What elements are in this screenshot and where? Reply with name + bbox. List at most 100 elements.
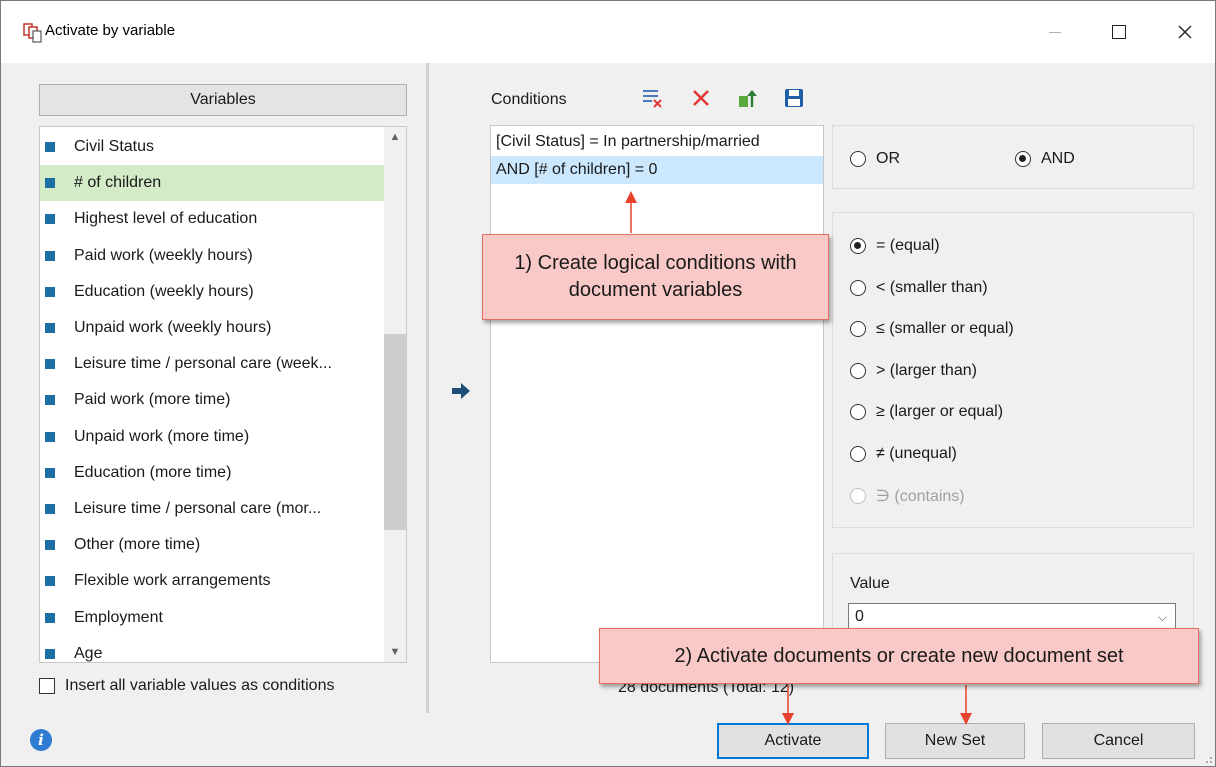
variable-item[interactable]: Paid work (weekly hours) — [40, 238, 384, 274]
operator-radio[interactable] — [850, 279, 866, 296]
close-button[interactable] — [1163, 15, 1207, 49]
variable-label: Other (more time) — [74, 536, 201, 554]
title-bar: Activate by variable — [1, 1, 1215, 63]
callout-activate-or-new-set: 2) Activate documents or create new docu… — [599, 628, 1199, 684]
logic-and-option[interactable]: AND — [1015, 150, 1075, 168]
chevron-down-icon[interactable]: ⌵ — [1158, 610, 1167, 625]
insert-all-values-checkbox[interactable] — [39, 678, 55, 694]
variables-scrollbar[interactable]: ▲ ▼ — [384, 127, 406, 662]
variable-label: Highest level of education — [74, 210, 258, 228]
operator-radio[interactable] — [850, 445, 866, 462]
variable-bullet-icon — [45, 612, 55, 623]
save-icon[interactable] — [783, 87, 805, 109]
operator-option[interactable]: = (equal) — [850, 237, 940, 255]
condition-line[interactable]: [Civil Status] = In partnership/married — [491, 128, 823, 156]
panel-splitter[interactable] — [426, 63, 429, 713]
cancel-button[interactable]: Cancel — [1042, 723, 1195, 759]
operator-radio[interactable] — [850, 362, 866, 379]
variable-bullet-icon — [45, 648, 55, 659]
logic-or-label: OR — [876, 150, 900, 167]
logic-and-radio[interactable] — [1015, 151, 1031, 167]
logic-and-label: AND — [1041, 150, 1075, 167]
variable-item[interactable]: # of children — [40, 165, 384, 202]
conditions-label: Conditions — [491, 91, 567, 108]
logic-or-option[interactable]: OR — [850, 150, 900, 168]
variable-label: Education (weekly hours) — [74, 282, 254, 300]
variable-item[interactable]: Employment — [40, 600, 384, 636]
add-condition-arrow-icon[interactable] — [450, 381, 472, 401]
minimize-button[interactable] — [1033, 15, 1077, 49]
variable-item[interactable]: Age — [40, 636, 384, 662]
variable-bullet-icon — [45, 142, 55, 152]
operator-radio[interactable] — [850, 238, 866, 254]
logic-panel: OR AND — [832, 125, 1194, 189]
variable-item[interactable]: Education (weekly hours) — [40, 274, 384, 310]
variable-label: Education (more time) — [74, 463, 232, 481]
activate-button[interactable]: Activate — [717, 723, 869, 759]
scroll-down-icon[interactable]: ▼ — [384, 642, 406, 662]
operator-option[interactable]: ≤ (smaller or equal) — [850, 320, 1014, 338]
clear-conditions-icon[interactable] — [641, 87, 663, 109]
variable-item[interactable]: Highest level of education — [40, 201, 384, 237]
minimize-icon — [1049, 31, 1061, 33]
variable-label: Leisure time / personal care (mor... — [74, 500, 322, 517]
operator-option[interactable]: > (larger than) — [850, 362, 977, 380]
variable-label: Civil Status — [74, 138, 155, 155]
variables-header[interactable]: Variables — [39, 84, 407, 116]
variable-label: Paid work (weekly hours) — [74, 246, 253, 264]
conditions-list[interactable]: [Civil Status] = In partnership/married A… — [490, 125, 824, 663]
operator-label: < (smaller than) — [876, 278, 988, 296]
export-icon[interactable] — [737, 87, 759, 109]
variable-label: Leisure time / personal care (week... — [74, 355, 332, 373]
operator-option[interactable]: ≥ (larger or equal) — [850, 403, 1003, 421]
variable-bullet-icon — [45, 214, 55, 225]
variable-bullet-icon — [45, 395, 55, 406]
resize-grip-icon[interactable] — [1203, 754, 1213, 764]
delete-icon[interactable] — [690, 87, 712, 109]
condition-line[interactable]: AND [# of children] = 0 — [491, 156, 823, 184]
close-icon — [1178, 25, 1192, 39]
variable-bullet-icon — [45, 359, 55, 370]
operator-radio[interactable] — [850, 321, 866, 337]
variable-item[interactable]: Civil Status — [40, 129, 384, 165]
insert-all-values-label: Insert all variable values as conditions — [65, 677, 335, 694]
variable-item[interactable]: Paid work (more time) — [40, 382, 384, 418]
variable-item[interactable]: Flexible work arrangements — [40, 563, 384, 599]
operator-label: > (larger than) — [876, 361, 977, 379]
variable-item[interactable]: Other (more time) — [40, 527, 384, 563]
operator-radio[interactable] — [850, 404, 866, 420]
variable-item[interactable]: Unpaid work (more time) — [40, 419, 384, 455]
variables-list[interactable]: Age Employment Flexible work arrangements O… — [39, 126, 407, 663]
operator-label: ≤ (smaller or equal) — [876, 320, 1014, 337]
maximize-button[interactable] — [1097, 15, 1141, 49]
operator-label: ≠ (unequal) — [876, 444, 957, 462]
activate-by-variable-dialog: Activate by variable Variables Age Employ… — [0, 0, 1216, 767]
insert-all-values-option[interactable]: Insert all variable values as conditions — [39, 677, 334, 695]
operator-label: = (equal) — [876, 237, 940, 254]
operator-option: ∋ (contains) — [850, 486, 965, 506]
variable-label: # of children — [74, 174, 162, 192]
info-icon[interactable]: i — [30, 729, 52, 751]
variable-bullet-icon — [45, 178, 55, 189]
operator-option[interactable]: < (smaller than) — [850, 279, 988, 297]
variable-item[interactable]: Leisure time / personal care (mor... — [40, 491, 384, 527]
variable-label: Unpaid work (weekly hours) — [74, 319, 272, 336]
variable-bullet-icon — [45, 540, 55, 551]
variable-item[interactable]: Education (more time) — [40, 455, 384, 491]
scroll-up-icon[interactable]: ▲ — [384, 127, 406, 147]
variable-bullet-icon — [45, 467, 55, 478]
variable-label: Employment — [74, 608, 163, 626]
logic-or-radio[interactable] — [850, 151, 866, 167]
variable-item[interactable]: Leisure time / personal care (week... — [40, 346, 384, 382]
operator-label: ∋ (contains) — [876, 488, 965, 505]
new-set-button[interactable]: New Set — [885, 723, 1025, 759]
operator-option[interactable]: ≠ (unequal) — [850, 445, 957, 463]
value-label: Value — [850, 575, 890, 592]
variable-bullet-icon — [45, 504, 55, 514]
maximize-icon — [1112, 25, 1126, 39]
variable-label: Age — [74, 644, 103, 662]
operators-panel: = (equal) < (smaller than) ≤ (smaller or e… — [832, 212, 1194, 528]
variable-item[interactable]: Unpaid work (weekly hours) — [40, 310, 384, 346]
variable-label: Paid work (more time) — [74, 391, 231, 409]
scroll-thumb[interactable] — [384, 334, 406, 530]
